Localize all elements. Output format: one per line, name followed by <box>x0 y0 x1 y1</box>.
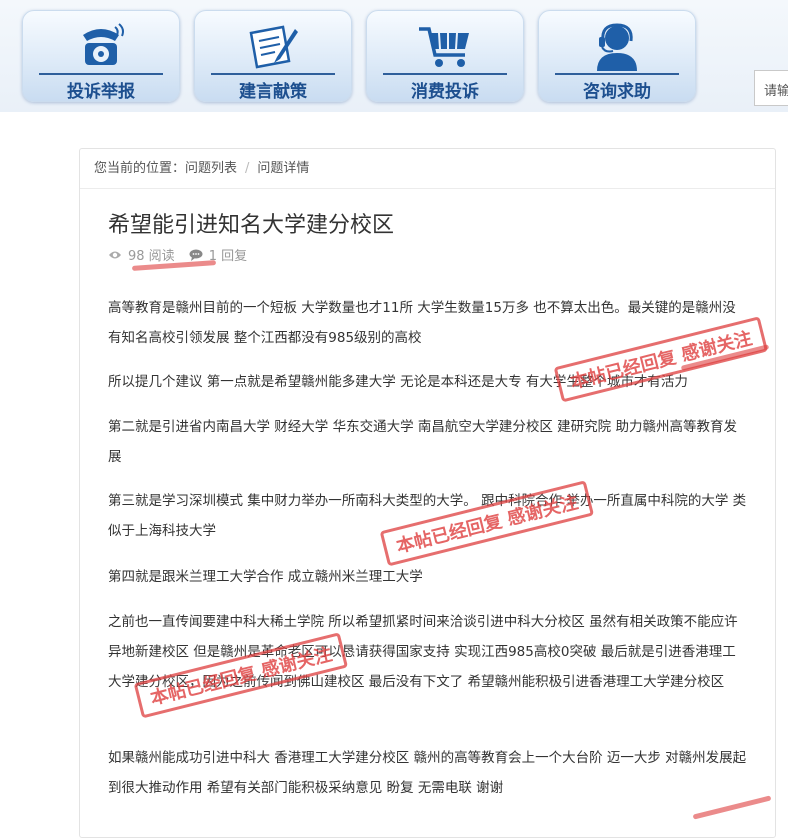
post-paragraph: 如果赣州能成功引进中科大 香港理工大学建分校区 赣州的高等教育会上一个大台阶 迈… <box>108 750 747 796</box>
breadcrumb-separator: / <box>245 161 250 176</box>
nav-suggestion-button[interactable]: 建言献策 <box>194 10 352 102</box>
breadcrumb-prefix: 您当前的位置： <box>94 161 186 176</box>
post-meta: 98 阅读 1 回复 <box>108 245 261 264</box>
search-placeholder: 请输 <box>764 84 788 99</box>
nav-label: 投诉举报 <box>67 82 135 102</box>
page-title: 希望能引进知名大学建分校区 <box>108 213 395 238</box>
nav-divider-line <box>211 73 335 75</box>
view-count: 98 阅读 <box>108 245 175 264</box>
search-input[interactable]: 请输 <box>754 70 788 106</box>
post-detail-card: 您当前的位置：问题列表 / 问题详情 希望能引进知名大学建分校区 98 阅读 1 回… <box>79 148 776 838</box>
breadcrumb-current: 问题详情 <box>257 161 310 176</box>
nav-divider-line <box>383 73 507 75</box>
nav-consult-help-button[interactable]: 咨询求助 <box>538 10 696 102</box>
telephone-icon <box>83 23 124 65</box>
nav-divider-line <box>555 73 679 75</box>
post-paragraph: 第二就是引进省内南昌大学 财经大学 华东交通大学 南昌航空大学建分校区 建研究院… <box>108 419 737 465</box>
breadcrumb: 您当前的位置：问题列表 / 问题详情 <box>80 149 775 189</box>
nav-label: 咨询求助 <box>583 82 651 102</box>
nav-label: 消费投诉 <box>411 82 479 102</box>
eye-icon <box>109 251 121 258</box>
comment-icon <box>189 249 203 261</box>
nav-complaint-report-button[interactable]: 投诉举报 <box>22 10 180 102</box>
nav-consumer-complaint-button[interactable]: 消费投诉 <box>366 10 524 102</box>
cart-icon <box>419 27 469 67</box>
post-paragraph: 第四就是跟米兰理工大学合作 成立赣州米兰理工大学 <box>108 569 423 585</box>
breadcrumb-link-list[interactable]: 问题列表 <box>185 161 237 176</box>
nav-divider-line <box>39 73 163 75</box>
headset-person-icon <box>597 23 637 71</box>
nav-label: 建言献策 <box>239 82 307 102</box>
pen-paper-icon <box>249 25 298 69</box>
view-count-text: 98 阅读 <box>128 249 175 264</box>
